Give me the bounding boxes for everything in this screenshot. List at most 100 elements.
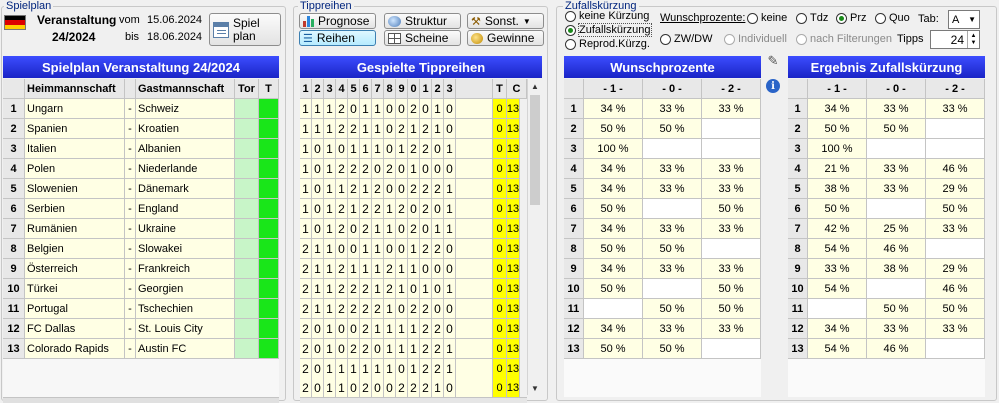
t-cell[interactable]	[259, 119, 279, 139]
tip-cell[interactable]: 2	[432, 179, 444, 199]
wunsch-pct-cell[interactable]: 50 %	[643, 339, 702, 359]
table-row[interactable]: 12 34 % 33 % 33 %	[788, 319, 985, 339]
table-row[interactable]: 7 Rumänien - Ukraine	[3, 219, 279, 239]
tippreihen-scrollbar[interactable]: ▲ ▼	[527, 79, 542, 395]
tip-cell[interactable]: 1	[408, 239, 420, 259]
ergebnis-pct-cell[interactable]: 33 %	[867, 159, 926, 179]
tip-cell[interactable]: 1	[408, 339, 420, 359]
tip-cell[interactable]: 2	[420, 119, 432, 139]
tip-cell[interactable]: 0	[420, 99, 432, 119]
tip-cell[interactable]: 1	[300, 99, 312, 119]
ergebnis-pct-cell[interactable]: 54 %	[808, 239, 867, 259]
wunsch-pct-cell[interactable]: 33 %	[702, 219, 761, 239]
table-row[interactable]: 6 50 % 50 %	[564, 199, 761, 219]
home-team[interactable]: Österreich	[25, 259, 125, 279]
tip-cell[interactable]: 0	[348, 99, 360, 119]
tip-cell[interactable]: 1	[360, 119, 372, 139]
goals-cell[interactable]	[235, 339, 259, 359]
wunsch-pct-cell[interactable]: 33 %	[702, 179, 761, 199]
wunsch-pct-cell[interactable]	[643, 199, 702, 219]
tip-cell[interactable]: 2	[360, 299, 372, 319]
goals-cell[interactable]	[235, 139, 259, 159]
tip-cell[interactable]: 1	[360, 139, 372, 159]
ergebnis-pct-cell[interactable]: 38 %	[808, 179, 867, 199]
tip-cell[interactable]: 0	[312, 139, 324, 159]
tab-select[interactable]: A ▼	[948, 10, 980, 29]
tip-cell[interactable]: 0	[312, 378, 324, 398]
goals-cell[interactable]	[235, 259, 259, 279]
t-cell[interactable]	[259, 179, 279, 199]
tip-cell[interactable]: 1	[444, 199, 456, 219]
table-row[interactable]: 1 0 1 2 1 2 2 1 2 0 2 0 1 0 13	[300, 199, 520, 219]
table-row[interactable]: 10 54 % 46 %	[788, 279, 985, 299]
tip-cell[interactable]: 0	[432, 279, 444, 299]
tip-cell[interactable]: 2	[420, 319, 432, 339]
scheine-button[interactable]: Scheine	[384, 30, 461, 46]
tip-cell[interactable]: 1	[408, 319, 420, 339]
tip-cell[interactable]: 1	[396, 279, 408, 299]
tip-cell[interactable]: 1	[324, 239, 336, 259]
ergebnis-pct-cell[interactable]: 38 %	[867, 259, 926, 279]
tip-cell[interactable]: 2	[360, 339, 372, 359]
tip-cell[interactable]: 0	[444, 259, 456, 279]
tip-cell[interactable]: 0	[432, 199, 444, 219]
tip-cell[interactable]: 0	[444, 378, 456, 398]
tip-cell[interactable]: 0	[420, 159, 432, 179]
tip-cell[interactable]: 0	[432, 159, 444, 179]
ergebnis-pct-cell[interactable]: 50 %	[926, 199, 985, 219]
ergebnis-pct-cell[interactable]	[926, 339, 985, 359]
t-cell[interactable]	[259, 99, 279, 119]
table-row[interactable]: 2 0 1 0 2 2 0 1 1 1 2 2 1 0 13	[300, 339, 520, 359]
table-row[interactable]: 7 42 % 25 % 33 %	[788, 219, 985, 239]
reihen-button[interactable]: ☰ Reihen	[299, 30, 376, 46]
away-team[interactable]: England	[136, 199, 235, 219]
t-cell[interactable]	[259, 239, 279, 259]
option-keine-kuerzung[interactable]: keine Kürzung	[565, 10, 649, 22]
ergebnis-pct-cell[interactable]	[926, 119, 985, 139]
tip-cell[interactable]: 1	[348, 199, 360, 219]
away-team[interactable]: Niederlande	[136, 159, 235, 179]
tip-cell[interactable]: 2	[420, 378, 432, 398]
tip-cell[interactable]: 0	[312, 319, 324, 339]
table-row[interactable]: 1 34 % 33 % 33 %	[788, 99, 985, 119]
tip-cell[interactable]: 1	[408, 159, 420, 179]
ergebnis-pct-cell[interactable]: 46 %	[867, 239, 926, 259]
table-row[interactable]: 13 50 % 50 %	[564, 339, 761, 359]
tip-cell[interactable]: 0	[372, 339, 384, 359]
table-row[interactable]: 3 100 %	[788, 139, 985, 159]
wunsch-pct-cell[interactable]: 33 %	[643, 99, 702, 119]
tip-cell[interactable]: 0	[408, 199, 420, 219]
t-cell[interactable]	[259, 339, 279, 359]
tip-cell[interactable]: 1	[360, 259, 372, 279]
tip-cell[interactable]: 1	[324, 279, 336, 299]
tip-cell[interactable]: 0	[336, 339, 348, 359]
table-row[interactable]: 9 Österreich - Frankreich	[3, 259, 279, 279]
tip-cell[interactable]: 1	[432, 99, 444, 119]
table-row[interactable]: 3 100 %	[564, 139, 761, 159]
tip-cell[interactable]: 0	[312, 359, 324, 379]
ergebnis-pct-cell[interactable]: 50 %	[926, 299, 985, 319]
option-nach-filterungen[interactable]: nach Filterungen	[796, 33, 892, 45]
goals-cell[interactable]	[235, 239, 259, 259]
tip-cell[interactable]: 1	[324, 259, 336, 279]
away-team[interactable]: Kroatien	[136, 119, 235, 139]
tip-cell[interactable]: 1	[444, 219, 456, 239]
table-row[interactable]: 2 0 1 1 0 2 0 0 2 2 2 1 0 0 13	[300, 378, 520, 398]
option-w-keine[interactable]: keine	[747, 12, 787, 24]
option-zufallskuerzung[interactable]: Zufallskürzung	[565, 23, 652, 37]
table-row[interactable]: 8 54 % 46 %	[788, 239, 985, 259]
tip-cell[interactable]: 2	[348, 299, 360, 319]
table-row[interactable]: 11 50 % 50 %	[788, 299, 985, 319]
wunsch-pct-cell[interactable]: 50 %	[702, 299, 761, 319]
tip-cell[interactable]: 0	[396, 99, 408, 119]
tip-cell[interactable]: 1	[372, 219, 384, 239]
tip-cell[interactable]: 2	[336, 199, 348, 219]
home-team[interactable]: Türkei	[25, 279, 125, 299]
wunsch-pct-cell[interactable]: 50 %	[584, 119, 643, 139]
tip-cell[interactable]: 0	[444, 99, 456, 119]
tip-cell[interactable]: 0	[396, 299, 408, 319]
tip-cell[interactable]: 0	[348, 319, 360, 339]
tip-cell[interactable]: 2	[432, 239, 444, 259]
home-team[interactable]: Rumänien	[25, 219, 125, 239]
wunsch-pct-cell[interactable]: 34 %	[584, 319, 643, 339]
